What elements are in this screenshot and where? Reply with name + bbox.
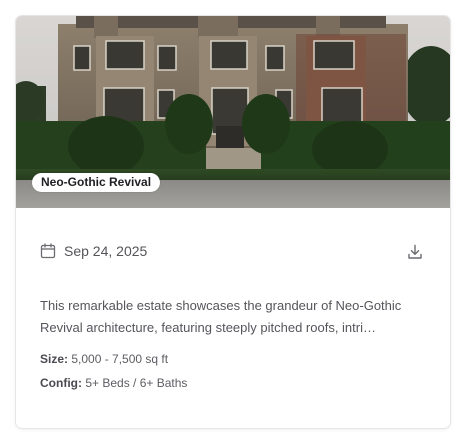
size-value: 5,000 - 7,500 sq ft bbox=[71, 352, 169, 366]
config-spec: Config: 5+ Beds / 6+ Baths bbox=[40, 376, 187, 390]
listing-description: This remarkable estate showcases the gra… bbox=[40, 298, 402, 335]
config-label: Config: bbox=[40, 376, 82, 390]
property-photo[interactable]: Neo-Gothic Revival bbox=[16, 16, 450, 208]
size-spec: Size: 5,000 - 7,500 sq ft bbox=[40, 352, 168, 366]
size-label: Size: bbox=[40, 352, 69, 366]
meta-row: Sep 24, 2025 bbox=[40, 241, 426, 263]
calendar-icon bbox=[40, 243, 56, 259]
download-button[interactable] bbox=[404, 241, 426, 263]
property-card: Neo-Gothic Revival Sep 24, 2025 This rem… bbox=[15, 15, 451, 429]
listing-date: Sep 24, 2025 bbox=[64, 243, 148, 259]
style-badge: Neo-Gothic Revival bbox=[32, 173, 161, 192]
download-icon bbox=[408, 244, 422, 259]
config-value: 5+ Beds / 6+ Baths bbox=[85, 376, 188, 390]
